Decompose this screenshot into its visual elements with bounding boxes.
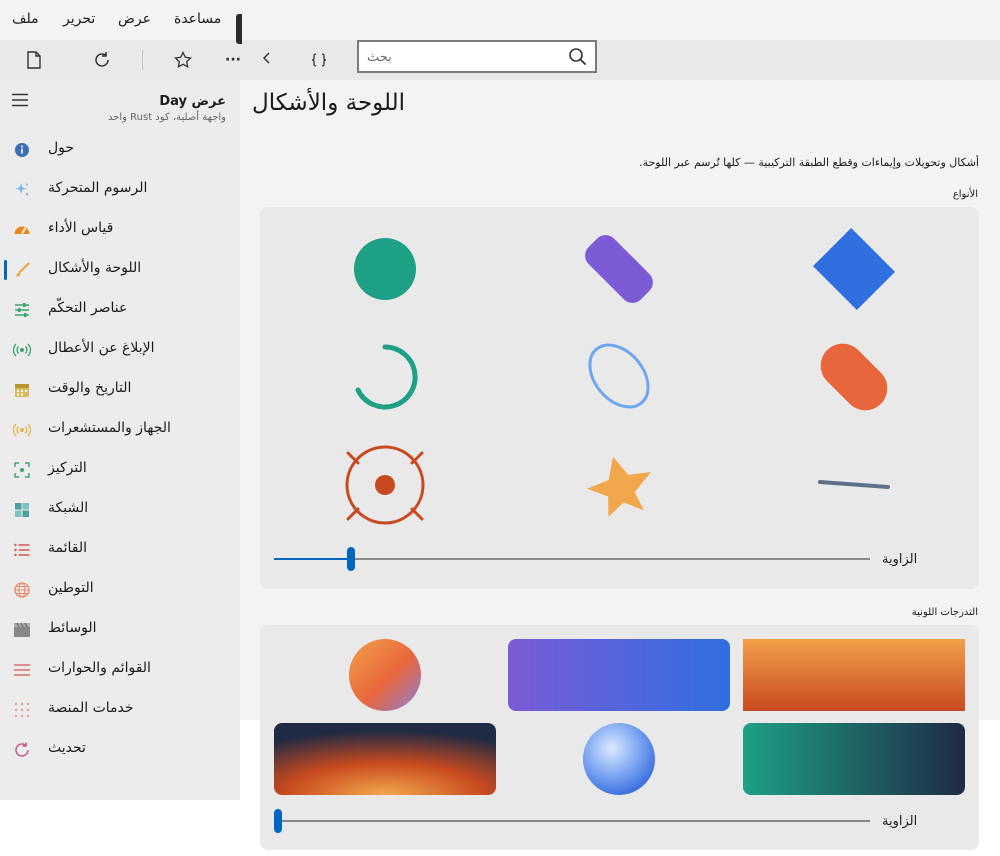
sidebar-item-animations[interactable]: الرسوم المتحركة (0, 170, 240, 210)
menu-help[interactable]: مساعدة (174, 11, 221, 27)
sunset-radial-gradient-rect (274, 723, 496, 795)
purple-rounded-rect-shape (585, 235, 653, 303)
app-subtitle: واجهة أصلية، كود Rust واحد (107, 112, 226, 123)
sidebar-item-localization[interactable]: التوطين (0, 570, 240, 610)
list-icon (13, 541, 31, 559)
info-icon (13, 141, 31, 159)
gradients-card (260, 625, 979, 850)
search-icon[interactable] (568, 47, 587, 70)
chevron-left-icon[interactable] (254, 46, 280, 70)
sidebar-item-crash-reporting[interactable]: الإبلاغ عن الأعطال (0, 330, 240, 370)
slate-line-shape (818, 480, 890, 489)
gradients-canvas (274, 639, 965, 795)
orange-purple-gradient-circle (349, 639, 421, 711)
dots-grid-icon (13, 701, 31, 719)
more-icon[interactable]: ··· (220, 48, 246, 72)
menu-bar: ملف تحرير عرض مساعدة (0, 0, 1000, 40)
sidebar-item-label: عناصر التحكّم (48, 300, 128, 316)
sidebar-item-list[interactable]: القائمة (0, 530, 240, 570)
shapes-angle-slider-thumb[interactable] (347, 547, 356, 571)
menu-view[interactable]: عرض (118, 11, 151, 27)
sidebar: عرض Day واجهة أصلية، كود Rust واحد حول ا… (0, 80, 240, 800)
gradients-section-label: التدرجات اللونية (911, 607, 978, 618)
refresh-icon[interactable] (89, 48, 115, 72)
braces-icon[interactable] (306, 48, 332, 72)
sidebar-item-benchmark[interactable]: قياس الأداء (0, 210, 240, 250)
orange-pill-shape (820, 343, 888, 411)
sidebar-item-label: تحديث (48, 740, 86, 756)
sidebar-item-label: الرسوم المتحركة (48, 180, 148, 196)
hamburger-icon[interactable] (11, 92, 29, 111)
sidebar-item-canvas[interactable]: اللوحة والأشكال (0, 250, 240, 290)
blue-sphere-gradient-circle (583, 723, 655, 795)
sidebar-item-label: قياس الأداء (48, 220, 114, 236)
menu-edit[interactable]: تحرير (63, 11, 95, 27)
sparkles-icon (13, 181, 31, 199)
sidebar-item-label: القائمة (48, 540, 87, 556)
gradients-angle-label: الزاوية (882, 814, 918, 829)
sidebar-item-label: الجهاز والمستشعرات (48, 420, 171, 436)
sidebar-item-label: التركيز (48, 460, 87, 476)
sliders-icon (13, 301, 31, 319)
sidebar-item-label: حول (48, 140, 75, 156)
menu-lines-icon (13, 661, 31, 679)
sidebar-item-media[interactable]: الوسائط (0, 610, 240, 650)
update-icon (13, 741, 31, 759)
shapes-angle-label: الزاوية (882, 552, 918, 567)
blue-ellipse-outline-shape (588, 343, 650, 409)
sidebar-item-label: التاريخ والوقت (48, 380, 132, 396)
focus-icon (13, 461, 31, 479)
sidebar-item-platform-services[interactable]: خدمات المنصة (0, 690, 240, 730)
sidebar-item-label: القوائم والحوارات (48, 660, 151, 676)
sidebar-item-grid[interactable]: الشبكة (0, 490, 240, 530)
page-title: اللوحة والأشكال (252, 90, 406, 116)
shapes-section-label: الأنواع (952, 189, 978, 200)
page-description: أشكال وتحويلات وإيماءات وقطع الطبقة التر… (639, 156, 979, 169)
sidebar-item-label: الإبلاغ عن الأعطال (48, 340, 155, 356)
search-box[interactable] (357, 40, 597, 73)
sidebar-item-menus-dialogs[interactable]: القوائم والحوارات (0, 650, 240, 690)
gradients-angle-slider-thumb[interactable] (274, 809, 282, 833)
sidebar-item-label: خدمات المنصة (48, 700, 134, 716)
sidebar-item-update[interactable]: تحديث (0, 730, 240, 770)
gauge-icon (13, 221, 31, 239)
teal-circle-shape (354, 238, 416, 300)
sidebar-item-controls[interactable]: عناصر التحكّم (0, 290, 240, 330)
menu-file[interactable]: ملف (12, 11, 39, 27)
new-page-icon[interactable] (21, 48, 47, 72)
target-center-shape (375, 475, 395, 495)
calendar-icon (13, 381, 31, 399)
shapes-card (260, 207, 979, 589)
sidebar-item-label: الشبكة (48, 500, 89, 516)
sidebar-item-date-time[interactable]: التاريخ والوقت (0, 370, 240, 410)
orange-vertical-gradient-rect (743, 639, 965, 711)
shapes-canvas (345, 227, 896, 525)
sidebar-item-device-sensors[interactable]: الجهاز والمستشعرات (0, 410, 240, 450)
amber-star-shape (587, 456, 652, 517)
sidebar-item-focus[interactable]: التركيز (0, 450, 240, 490)
sensor-icon (12, 421, 32, 439)
sidebar-item-label: التوطين (48, 580, 94, 596)
brush-icon (13, 261, 31, 279)
toolbar-divider (142, 50, 143, 70)
broadcast-icon (12, 341, 32, 359)
shapes-angle-slider-track[interactable] (274, 558, 870, 560)
sidebar-item-label: الوسائط (48, 620, 97, 636)
shapes-angle-slider-fill (274, 558, 352, 560)
blue-diamond-shape (812, 227, 896, 311)
teal-navy-gradient-rect (743, 723, 965, 795)
gradients-angle-slider-track[interactable] (274, 820, 870, 822)
star-icon[interactable] (170, 48, 196, 72)
grid-icon (13, 501, 31, 519)
sidebar-item-about[interactable]: حول (0, 130, 240, 170)
purple-blue-gradient-rect (508, 639, 730, 711)
search-input[interactable] (367, 46, 557, 68)
teal-arc-shape (355, 344, 418, 410)
sidebar-item-label: اللوحة والأشكال (48, 260, 142, 276)
app-title: عرض Day (159, 94, 226, 109)
clapper-icon (13, 621, 31, 639)
globe-icon (13, 581, 31, 599)
app-avatar (236, 14, 242, 44)
